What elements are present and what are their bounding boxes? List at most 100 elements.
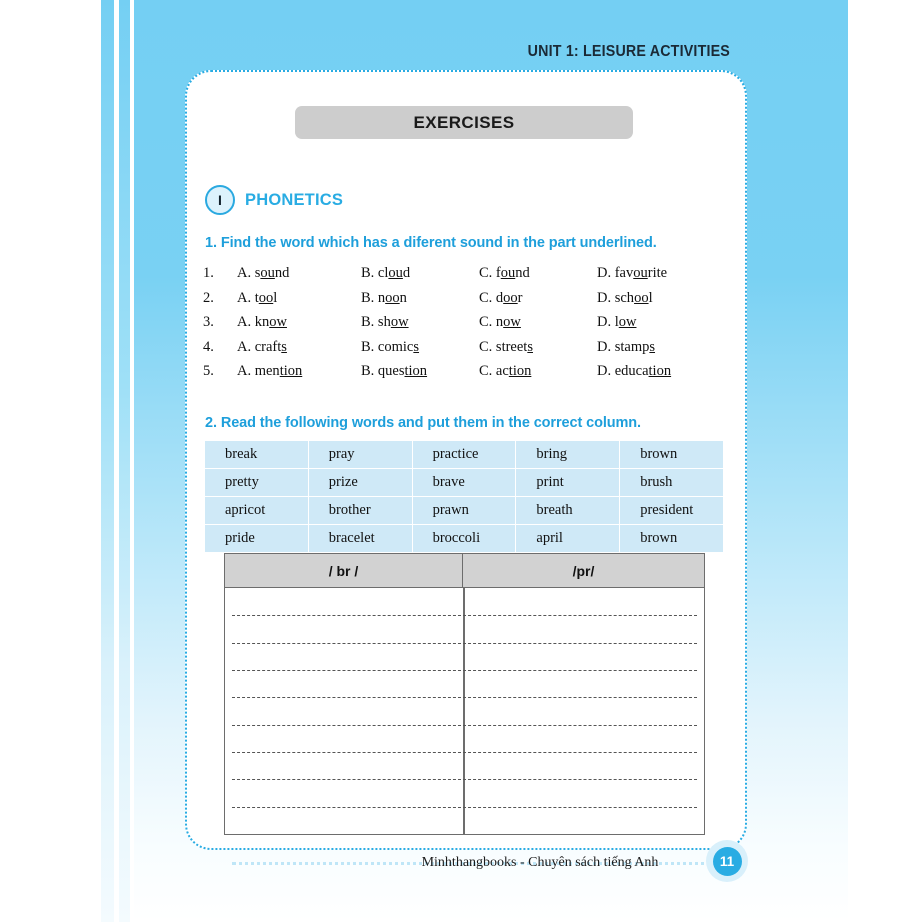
mcq-option[interactable]: B. noon (361, 290, 479, 307)
answer-table-writing-line (232, 806, 697, 808)
footer-credit: Minhthangbooks - Chuyên sách tiếng Anh (421, 855, 659, 870)
unit-header: UNIT 1: LEISURE ACTIVITIES (527, 43, 730, 60)
wordbank-cell: break (204, 440, 309, 469)
mcq-option[interactable]: D. education (597, 363, 712, 380)
answer-table-header-br: / br / (225, 554, 463, 587)
mcq-underlined-part: oo (385, 289, 400, 306)
wordbank-row: pride bracelet broccoli april brown (204, 524, 724, 553)
mcq-underlined-part: oo (634, 289, 649, 306)
wordbank-row: break pray practice bring brown (204, 440, 724, 469)
mcq-underlined-part: s (527, 338, 533, 355)
wordbank-cell: prize (307, 468, 413, 497)
answer-table-writing-area[interactable] (225, 588, 704, 834)
page-canvas: UNIT 1: LEISURE ACTIVITIES EXERCISES I P… (0, 0, 922, 922)
mcq-option[interactable]: D. low (597, 314, 712, 331)
answer-table-writing-line (232, 670, 697, 671)
mcq-underlined-part: ou (500, 265, 516, 281)
mcq-row-number: 4. (203, 338, 214, 355)
mcq-row: 2. A. tool B. noon C. door D. school (203, 290, 723, 315)
section-heading-phonetics: I PHONETICS (205, 185, 343, 215)
mcq-underlined-part: oo (258, 289, 274, 306)
answer-table-writing-line (232, 642, 697, 644)
section-roman-badge: I (205, 185, 235, 215)
spine-strip-inner (119, 0, 130, 922)
mcq-underlined-part: s (413, 338, 420, 355)
mcq-option[interactable]: A. know (237, 314, 361, 331)
answer-table-column-divider (463, 588, 465, 834)
mcq-option[interactable]: D. school (597, 290, 712, 307)
mcq-underlined-part: ow (503, 314, 521, 330)
answer-table-writing-line (232, 779, 697, 781)
wordbank-cell: pride (204, 524, 309, 553)
wordbank-cell: pretty (204, 468, 309, 497)
wordbank-cell: broccoli (411, 524, 517, 553)
mcq-option[interactable]: C. found (479, 265, 597, 282)
wordbank-cell: breath (515, 496, 621, 525)
wordbank-cell: bring (515, 440, 621, 469)
mcq-underlined-part: ow (618, 314, 637, 330)
mcq-option[interactable]: A. crafts (237, 339, 361, 356)
answer-table-writing-line (232, 615, 697, 617)
mcq-option[interactable]: B. cloud (361, 265, 479, 282)
wordbank-row: pretty prize brave print brush (204, 468, 724, 497)
wordbank-cell: prawn (411, 496, 517, 525)
mcq-option[interactable]: C. action (479, 363, 597, 380)
exercise1-options-grid: 1. A. sound B. cloud C. found D. favourite 2.… (203, 265, 723, 388)
exercises-banner-label: EXERCISES (413, 112, 515, 132)
wordbank-cell: pray (307, 440, 413, 469)
mcq-row: 1. A. sound B. cloud C. found D. favourite (203, 265, 723, 290)
mcq-underlined-part: s (649, 338, 656, 355)
mcq-row: 5. A. mention B. question C. action D. educa… (203, 363, 723, 388)
wordbank-cell: brown (619, 524, 724, 553)
mcq-underlined-part: ow (269, 314, 287, 330)
section-title-label: PHONETICS (245, 190, 344, 209)
wordbank-cell: brave (411, 468, 517, 497)
answer-table-writing-line (232, 752, 697, 753)
mcq-underlined-part: ou (388, 265, 403, 281)
mcq-option[interactable]: D. favourite (597, 265, 712, 282)
mcq-underlined-part: ou (260, 265, 275, 281)
mcq-underlined-part: tion (279, 363, 303, 379)
mcq-option[interactable]: B. question (361, 363, 479, 380)
exercise2-prompt: 2. Read the following words and put them… (205, 415, 641, 431)
wordbank-cell: apricot (204, 496, 309, 525)
mcq-option[interactable]: B. comics (361, 339, 479, 356)
mcq-row-number: 2. (203, 289, 214, 306)
mcq-row: 4. A. crafts B. comics C. streets D. stamps (203, 339, 723, 364)
answer-table-header-row: / br / /pr/ (225, 554, 704, 588)
mcq-option[interactable]: A. tool (237, 290, 361, 307)
wordbank-cell: brown (619, 440, 724, 469)
exercise2-wordbank-table: break pray practice bring brown pretty prize br… (204, 440, 724, 553)
mcq-row-number: 3. (203, 314, 214, 330)
mcq-option[interactable]: A. mention (237, 363, 361, 380)
wordbank-cell: bracelet (307, 524, 413, 553)
exercise2-answer-table: / br / /pr/ (224, 553, 705, 835)
mcq-option[interactable]: B. show (361, 314, 479, 331)
wordbank-cell: practice (411, 440, 517, 469)
answer-table-writing-line (232, 724, 697, 726)
mcq-underlined-part: ow (390, 314, 409, 330)
mcq-underlined-part: ou (633, 265, 648, 281)
answer-table-header-pr: /pr/ (572, 562, 595, 579)
mcq-underlined-part: tion (404, 363, 428, 379)
mcq-option[interactable]: C. streets (479, 339, 597, 356)
spine-strip-outer (101, 0, 114, 922)
mcq-underlined-part: tion (508, 363, 532, 379)
mcq-option[interactable]: D. stamps (597, 339, 712, 356)
wordbank-cell: brother (307, 496, 413, 525)
exercise1-prompt: 1. Find the word which has a diferent so… (205, 235, 657, 251)
mcq-underlined-part: oo (503, 289, 518, 306)
mcq-underlined-part: s (281, 338, 287, 355)
wordbank-cell: april (515, 524, 621, 553)
mcq-option[interactable]: C. door (479, 290, 597, 307)
mcq-row-number: 5. (203, 363, 214, 379)
mcq-underlined-part: tion (648, 363, 672, 379)
page-number-value: 11 (712, 846, 742, 876)
mcq-row: 3. A. know B. show C. now D. low (203, 314, 723, 339)
page-number-badge: 11 (706, 840, 748, 882)
mcq-option[interactable]: A. sound (237, 265, 361, 282)
wordbank-row: apricot brother prawn breath president (204, 496, 724, 525)
mcq-option[interactable]: C. now (479, 314, 597, 331)
answer-table-writing-line (232, 697, 697, 699)
wordbank-cell: president (619, 496, 724, 525)
